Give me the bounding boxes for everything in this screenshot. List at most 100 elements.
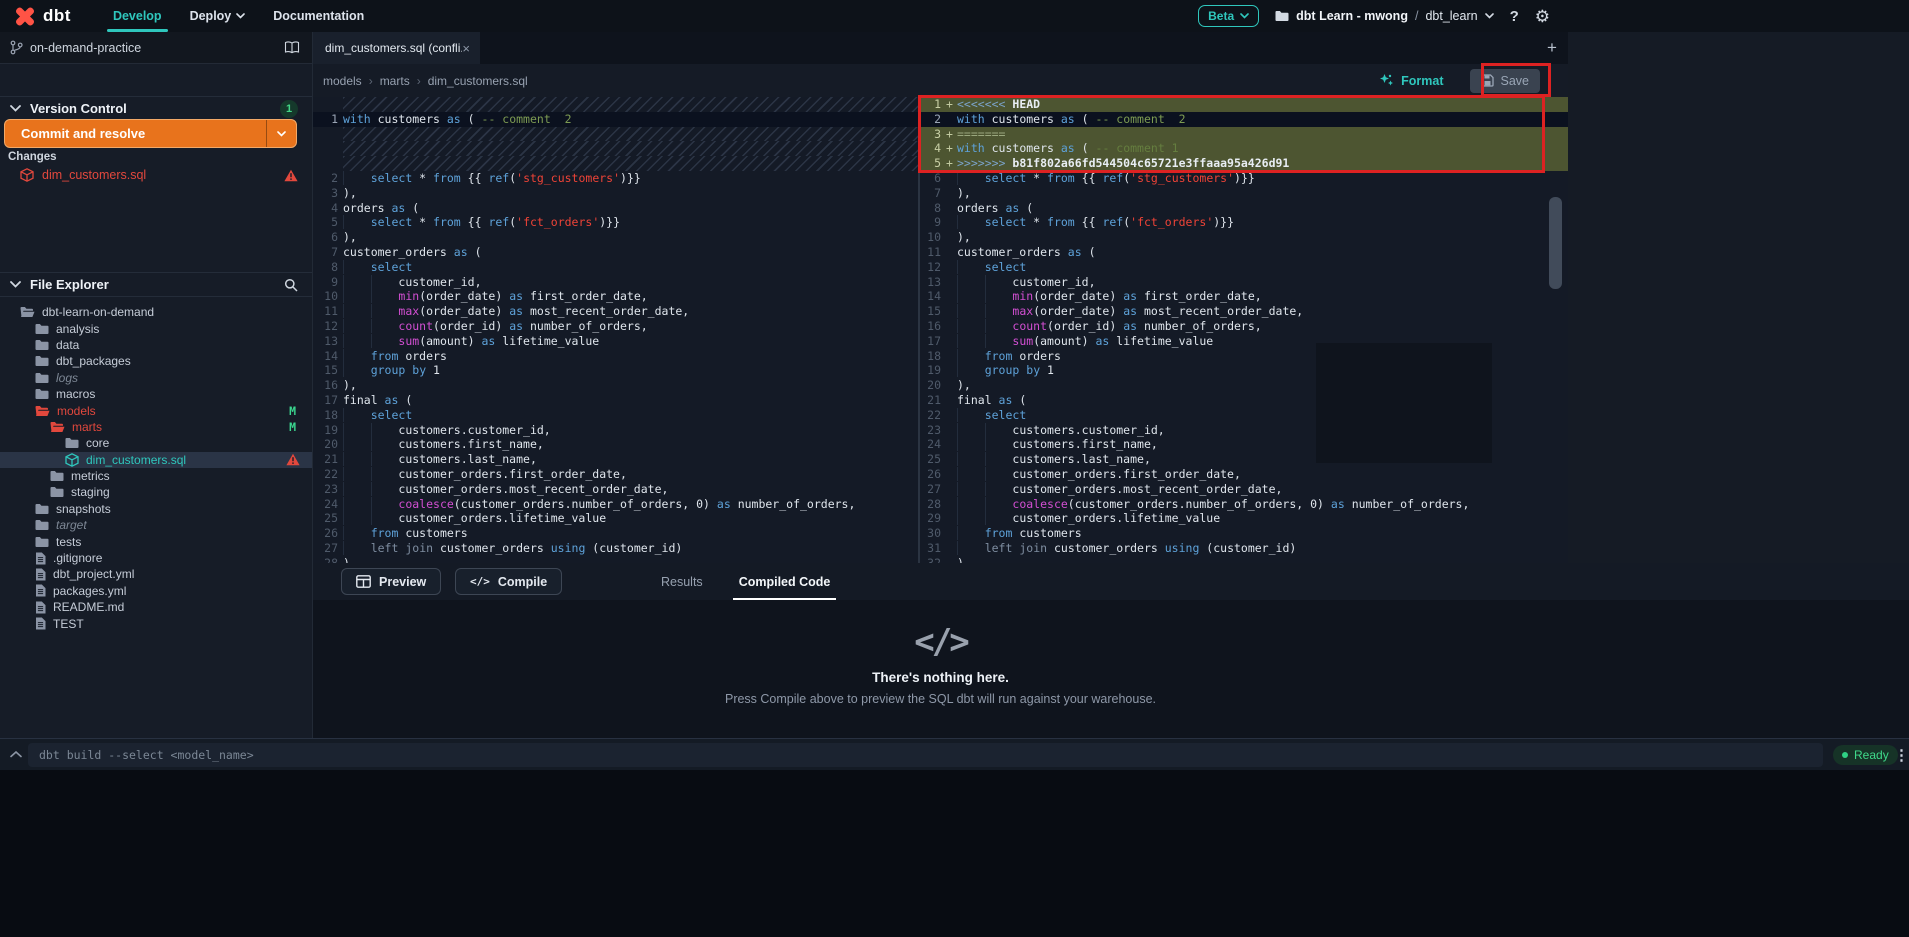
- tree-item-macros[interactable]: macros: [0, 386, 312, 402]
- code-line[interactable]: 8orders as (: [920, 201, 1568, 216]
- code-line[interactable]: 28): [313, 556, 918, 563]
- code-line[interactable]: 12 count(order_id) as number_of_orders,: [313, 319, 918, 334]
- code-line[interactable]: 3),: [313, 186, 918, 201]
- code-line[interactable]: 16 count(order_id) as number_of_orders,: [920, 319, 1568, 334]
- project-switcher[interactable]: dbt Learn - mwong / dbt_learn: [1275, 9, 1493, 23]
- code-line[interactable]: 23 customer_orders.most_recent_order_dat…: [313, 482, 918, 497]
- tree-item-test[interactable]: TEST: [0, 615, 312, 631]
- tree-item-staging[interactable]: staging: [0, 484, 312, 500]
- code-line[interactable]: 24 coalesce(customer_orders.number_of_or…: [313, 497, 918, 512]
- tab-results[interactable]: Results: [643, 563, 721, 600]
- code-line[interactable]: 8 select: [313, 260, 918, 275]
- tree-item-marts[interactable]: martsM: [0, 419, 312, 435]
- code-line[interactable]: 14 min(order_date) as first_order_date,: [920, 289, 1568, 304]
- code-filler-line[interactable]: [313, 141, 918, 156]
- code-line[interactable]: 6 select * from {{ ref('stg_customers')}…: [920, 171, 1568, 186]
- tree-item-logs[interactable]: logs: [0, 370, 312, 386]
- code-filler-line[interactable]: [313, 97, 918, 112]
- chevron-up-icon[interactable]: [10, 751, 22, 758]
- tab-dim-customers[interactable]: dim_customers.sql (confli... ×: [313, 32, 480, 64]
- code-line[interactable]: 28 coalesce(customer_orders.number_of_or…: [920, 497, 1568, 512]
- code-line[interactable]: 15 group by 1: [313, 363, 918, 378]
- code-line[interactable]: 27 customer_orders.most_recent_order_dat…: [920, 482, 1568, 497]
- code-line[interactable]: 14 from orders: [313, 349, 918, 364]
- command-input[interactable]: dbt build --select <model_name>: [28, 743, 1823, 767]
- code-line[interactable]: 7customer_orders as (: [313, 245, 918, 260]
- nav-item-documentation[interactable]: Documentation: [259, 0, 378, 32]
- code-line[interactable]: 10 min(order_date) as first_order_date,: [313, 289, 918, 304]
- code-line[interactable]: 4orders as (: [313, 201, 918, 216]
- code-line[interactable]: 17final as (: [313, 393, 918, 408]
- code-line[interactable]: 19 customers.customer_id,: [313, 423, 918, 438]
- new-tab-button[interactable]: +: [1547, 32, 1557, 64]
- tree-item-models[interactable]: modelsM: [0, 402, 312, 418]
- code-line[interactable]: 5 select * from {{ ref('fct_orders')}}: [313, 215, 918, 230]
- code-line[interactable]: 26 from customers: [313, 526, 918, 541]
- nav-item-develop[interactable]: Develop: [99, 0, 176, 32]
- code-line[interactable]: 13 customer_id,: [920, 275, 1568, 290]
- code-line[interactable]: 12 select: [920, 260, 1568, 275]
- dbt-logo[interactable]: dbt: [14, 5, 71, 27]
- breadcrumb-item[interactable]: marts: [380, 74, 410, 88]
- tree-item-dim-customers-sql[interactable]: dim_customers.sql: [0, 452, 312, 468]
- commit-dropdown-caret[interactable]: [266, 120, 296, 147]
- close-icon[interactable]: ×: [462, 41, 470, 56]
- tree-item-snapshots[interactable]: snapshots: [0, 501, 312, 517]
- tree-item-target[interactable]: target: [0, 517, 312, 533]
- code-line[interactable]: 25 customer_orders.lifetime_value: [313, 511, 918, 526]
- tree-item-dbt-learn-on-demand[interactable]: dbt-learn-on-demand: [0, 304, 312, 320]
- file-explorer-header[interactable]: File Explorer: [0, 272, 312, 297]
- commit-and-resolve-button[interactable]: Commit and resolve: [4, 119, 297, 148]
- tree-item-packages-yml[interactable]: packages.yml: [0, 583, 312, 599]
- code-line[interactable]: 10),: [920, 230, 1568, 245]
- version-control-header[interactable]: Version Control 1: [0, 96, 312, 120]
- tab-compiled-code[interactable]: Compiled Code: [721, 563, 849, 600]
- code-line[interactable]: 16),: [313, 378, 918, 393]
- code-line[interactable]: 21 customers.last_name,: [313, 452, 918, 467]
- compile-button[interactable]: </> Compile: [455, 568, 562, 595]
- diff-pane-left[interactable]: 1with customers as ( -- comment 2 2 selec…: [313, 97, 918, 563]
- code-line[interactable]: 9 select * from {{ ref('fct_orders')}}: [920, 215, 1568, 230]
- tree-item-data[interactable]: data: [0, 337, 312, 353]
- git-branch-bar[interactable]: on-demand-practice: [0, 32, 312, 64]
- breadcrumb-item[interactable]: models: [323, 74, 362, 88]
- code-filler-line[interactable]: [313, 127, 918, 142]
- nav-item-deploy[interactable]: Deploy: [176, 0, 260, 32]
- preview-button[interactable]: Preview: [341, 568, 441, 595]
- search-icon[interactable]: [284, 278, 298, 292]
- tree-item-dbt-packages[interactable]: dbt_packages: [0, 353, 312, 369]
- code-line[interactable]: 11 max(order_date) as most_recent_order_…: [313, 304, 918, 319]
- code-line[interactable]: 9 customer_id,: [313, 275, 918, 290]
- beta-dropdown[interactable]: Beta: [1198, 5, 1259, 27]
- code-filler-line[interactable]: [313, 156, 918, 171]
- code-line[interactable]: 18 select: [313, 408, 918, 423]
- code-line[interactable]: 27 left join customer_orders using (cust…: [313, 541, 918, 556]
- code-line[interactable]: 13 sum(amount) as lifetime_value: [313, 334, 918, 349]
- code-line[interactable]: 2 select * from {{ ref('stg_customers')}…: [313, 171, 918, 186]
- editor-scrollbar-thumb[interactable]: [1549, 197, 1562, 289]
- tree-item-readme-md[interactable]: README.md: [0, 599, 312, 615]
- code-line[interactable]: 30 from customers: [920, 526, 1568, 541]
- help-icon[interactable]: ?: [1510, 8, 1519, 25]
- code-line[interactable]: 20 customers.first_name,: [313, 437, 918, 452]
- tree-item-analysis[interactable]: analysis: [0, 320, 312, 336]
- code-line[interactable]: 22 customer_orders.first_order_date,: [313, 467, 918, 482]
- code-line[interactable]: 31 left join customer_orders using (cust…: [920, 541, 1568, 556]
- changed-file-row[interactable]: dim_customers.sql: [0, 166, 312, 184]
- breadcrumb-item[interactable]: dim_customers.sql: [428, 74, 528, 88]
- format-button[interactable]: Format: [1379, 73, 1443, 88]
- code-line[interactable]: 7),: [920, 186, 1568, 201]
- code-line[interactable]: 1with customers as ( -- comment 2: [313, 112, 918, 127]
- tree-item--gitignore[interactable]: .gitignore: [0, 550, 312, 566]
- tree-item-tests[interactable]: tests: [0, 533, 312, 549]
- code-line[interactable]: 11customer_orders as (: [920, 245, 1568, 260]
- code-line[interactable]: 26 customer_orders.first_order_date,: [920, 467, 1568, 482]
- code-line[interactable]: 32): [920, 556, 1568, 563]
- code-line[interactable]: 6),: [313, 230, 918, 245]
- code-line[interactable]: 29 customer_orders.lifetime_value: [920, 511, 1568, 526]
- tree-item-dbt-project-yml[interactable]: dbt_project.yml: [0, 566, 312, 582]
- kebab-menu-icon[interactable]: ⋮: [1894, 746, 1909, 764]
- settings-gear-icon[interactable]: ⚙: [1535, 8, 1550, 25]
- tree-item-core[interactable]: core: [0, 435, 312, 451]
- tree-item-metrics[interactable]: metrics: [0, 468, 312, 484]
